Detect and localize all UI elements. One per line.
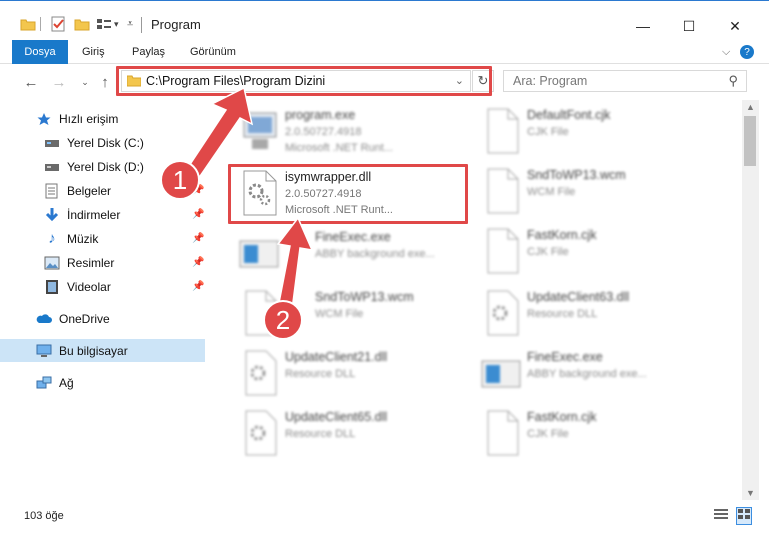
- callout-1: 1: [160, 160, 200, 200]
- arrow-2: [276, 216, 314, 311]
- callout-2: 2: [263, 300, 303, 340]
- annotation-arrows: [184, 86, 314, 311]
